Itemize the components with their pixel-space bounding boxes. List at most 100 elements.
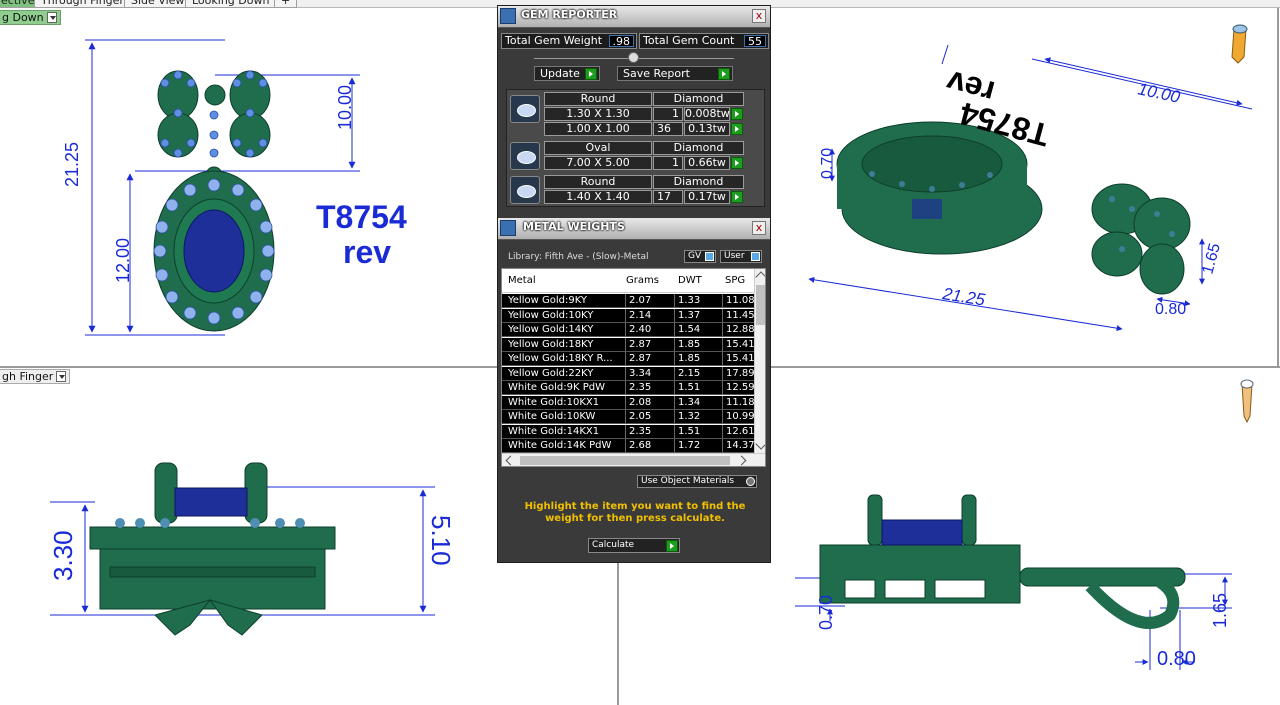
play-icon[interactable] <box>731 191 743 203</box>
save-report-button[interactable]: Save Report <box>617 66 733 81</box>
column-header-dwt[interactable]: DWT <box>678 275 702 286</box>
metal-weights-header[interactable]: METAL WEIGHTS x <box>498 218 770 240</box>
scroll-down-icon[interactable] <box>755 438 765 450</box>
calculate-button[interactable]: Calculate <box>588 538 680 553</box>
scroll-left-icon[interactable] <box>505 455 516 466</box>
dimension-top-height: 10.00 <box>335 85 355 130</box>
toggle-indicator-icon <box>705 252 714 261</box>
table-row[interactable]: White Gold:14K PdW 2.68 1.72 14.37 <box>502 439 755 453</box>
metal-dwt: 1.85 <box>674 337 721 352</box>
metal-dwt: 1.85 <box>674 352 721 366</box>
chevron-down-icon[interactable] <box>56 371 67 382</box>
dimension-bottom-height: 12.00 <box>113 238 133 283</box>
gem-shape: Round <box>544 175 652 189</box>
gv-toggle[interactable]: GV <box>684 250 716 263</box>
update-button[interactable]: Update <box>534 66 600 81</box>
gem-count: 1 <box>653 156 683 170</box>
table-row[interactable]: Yellow Gold:18KY 2.87 1.85 15.41 <box>502 337 755 352</box>
metal-grams: 2.07 <box>625 294 673 308</box>
dimension-a: 0.70 <box>819 148 836 179</box>
engraving-text-line2: rev <box>343 234 391 270</box>
column-header-grams[interactable]: Grams <box>626 275 659 286</box>
metal-weights-table: Metal Grams DWT SPG Yellow Gold:9KY 2.07 1… <box>501 268 766 467</box>
viewport-top-right[interactable]: rev T8754 10.00 21.25 0.70 1.65 0.80 <box>772 9 1277 365</box>
gem-count: 1 <box>653 107 683 121</box>
tab-side-view[interactable]: Side View <box>124 0 192 8</box>
gem-size: 1.30 X 1.30 <box>544 107 652 121</box>
table-row[interactable]: White Gold:14KX1 2.35 1.51 12.61 <box>502 424 755 439</box>
scrollbar-thumb[interactable] <box>520 456 730 465</box>
close-icon[interactable]: x <box>752 221 766 235</box>
scrollbar-thumb[interactable] <box>756 285 765 325</box>
total-gem-count-field: Total Gem Count 55 <box>639 33 769 49</box>
ring-view-icon[interactable] <box>1240 379 1254 424</box>
metal-name: Yellow Gold:18KY R... <box>508 353 613 364</box>
gem-material: Diamond <box>653 141 744 155</box>
total-gem-count-value: 55 <box>744 35 766 48</box>
tab-add[interactable]: + <box>274 0 298 8</box>
gem-count: 17 <box>653 190 683 204</box>
scroll-up-icon[interactable] <box>755 271 765 283</box>
metal-dwt: 1.54 <box>674 323 721 337</box>
scroll-right-icon[interactable] <box>736 455 747 466</box>
table-row[interactable]: Yellow Gold:10KY 2.14 1.37 11.45 <box>502 308 755 323</box>
gem-size: 1.40 X 1.40 <box>544 190 652 204</box>
table-row[interactable]: Yellow Gold:22KY 3.34 2.15 17.89 <box>502 366 755 381</box>
metal-grams: 2.35 <box>625 424 673 439</box>
panel-title: GEM REPORTER <box>521 8 618 21</box>
play-icon <box>718 68 730 80</box>
column-header-metal[interactable]: Metal <box>508 275 536 286</box>
gem-weight: 0.17tw <box>684 190 730 204</box>
play-icon[interactable] <box>731 157 743 169</box>
table-row[interactable]: White Gold:9K PdW 2.35 1.51 12.59 <box>502 381 755 395</box>
gem-list: Round Diamond 1.30 X 1.30 1 0.008tw 1.00… <box>506 89 765 207</box>
gem-reporter-icon <box>500 8 516 24</box>
horizontal-scrollbar[interactable] <box>502 453 765 466</box>
gem-weight: 0.008tw <box>684 107 730 121</box>
metal-name: White Gold:14KX1 <box>508 425 600 437</box>
tab-looking-down[interactable]: Looking Down <box>185 0 277 8</box>
metal-grams: 2.14 <box>625 308 673 323</box>
instruction-text: Highlight the item you want to find the … <box>524 501 746 524</box>
vertical-scrollbar[interactable] <box>754 269 765 453</box>
dimension-left: 3.30 <box>48 530 78 581</box>
table-row[interactable]: Yellow Gold:9KY 2.07 1.33 11.08 <box>502 294 755 308</box>
gem-group[interactable]: Round Diamond 1.40 X 1.40 17 0.17tw <box>509 175 744 207</box>
play-icon[interactable] <box>731 123 743 135</box>
ring-view-icon[interactable] <box>1231 24 1248 64</box>
collapse-toggle-icon[interactable] <box>628 52 639 63</box>
viewport-label-top-left[interactable]: g Down <box>0 10 61 25</box>
dimension-width: 10.00 <box>1136 79 1182 107</box>
gem-shape: Round <box>544 92 652 106</box>
table-row[interactable]: Yellow Gold:14KY 2.40 1.54 12.88 <box>502 323 755 337</box>
column-header-spg[interactable]: SPG <box>725 275 745 286</box>
metal-dwt: 1.37 <box>674 308 721 323</box>
close-icon[interactable]: x <box>752 9 766 23</box>
table-row[interactable]: Yellow Gold:18KY R... 2.87 1.85 15.41 <box>502 352 755 366</box>
oval-gem-icon <box>510 142 540 170</box>
user-toggle[interactable]: User <box>720 250 762 263</box>
tab-through-finger[interactable]: Through Finger <box>34 0 131 8</box>
dimension-b: 1.65 <box>1199 241 1224 276</box>
radio-icon <box>746 477 755 486</box>
gem-material: Diamond <box>653 92 744 106</box>
metal-dwt: 1.51 <box>674 381 721 395</box>
gem-weight: 0.13tw <box>684 122 730 136</box>
metal-name: White Gold:10KX1 <box>508 396 600 408</box>
gem-group[interactable]: Round Diamond 1.30 X 1.30 1 0.008tw 1.00… <box>509 92 744 138</box>
gem-reporter-header[interactable]: GEM REPORTER x <box>498 6 770 28</box>
viewport-label-bottom-left[interactable]: gh Finger <box>0 369 71 384</box>
chevron-down-icon[interactable] <box>46 12 57 23</box>
metal-dwt: 1.32 <box>674 410 721 424</box>
viewport-top-left[interactable]: 21.25 10.00 12.00 T8754 rev <box>0 25 495 365</box>
play-icon[interactable] <box>731 108 743 120</box>
table-row[interactable]: White Gold:10KW 2.05 1.32 10.99 <box>502 410 755 424</box>
library-label: Library: Fifth Ave - (Slow)-Metal <box>508 252 649 262</box>
gem-group[interactable]: Oval Diamond 7.00 X 5.00 1 0.66tw <box>509 141 744 173</box>
metal-grams: 2.87 <box>625 337 673 352</box>
use-object-materials-toggle[interactable]: Use Object Materials <box>637 475 757 488</box>
metal-name: Yellow Gold:9KY <box>508 295 587 306</box>
table-row[interactable]: White Gold:10KX1 2.08 1.34 11.18 <box>502 395 755 410</box>
gem-count: 36 <box>653 122 683 136</box>
panel-title: METAL WEIGHTS <box>523 220 625 233</box>
